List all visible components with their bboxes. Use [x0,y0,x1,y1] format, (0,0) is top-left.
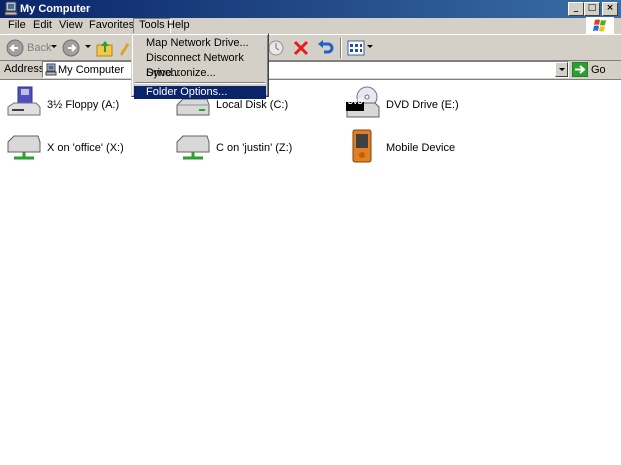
menu-file[interactable]: File [3,18,31,34]
menu-separator [135,82,265,84]
mobile-device-icon [352,129,372,163]
floppy-drive-icon [7,86,41,116]
menu-bar: File Edit View Favorites Tools Help [0,18,621,34]
windows-logo-icon [586,17,614,34]
forward-arrow-icon[interactable] [61,38,81,58]
menu-edit[interactable]: Edit [28,18,57,34]
history-icon[interactable] [266,38,286,58]
maximize-button[interactable]: □ [584,2,600,16]
window-title: My Computer [20,3,91,15]
pencil-icon[interactable] [118,38,130,58]
drive-label: C on 'justin' (Z:) [216,142,293,154]
close-button[interactable]: × [602,2,618,16]
dvd-badge: DVD [348,99,363,106]
network-drive-icon [176,135,210,160]
menu-item-folder-options[interactable]: Folder Options... [134,86,266,99]
address-dropdown-button[interactable] [555,62,568,77]
menu-help[interactable]: Help [162,18,195,34]
address-label: Address [4,63,45,75]
drive-item-network-z[interactable]: C on 'justin' (Z:) [175,128,335,168]
drive-item-dvd[interactable]: DVD DVD Drive (E:) [345,85,505,125]
chevron-down-icon [559,68,565,71]
standard-toolbar: Back [0,34,621,61]
file-view[interactable]: 3½ Floppy (A:) Local Disk (C:) DVD DVD D… [0,79,621,465]
up-folder-icon[interactable] [96,38,114,58]
back-dropdown-caret[interactable] [51,45,57,48]
network-drive-icon [7,135,41,160]
menu-favorites[interactable]: Favorites [84,18,139,34]
go-label: Go [591,64,606,76]
my-computer-icon [45,63,57,76]
drive-label: Mobile Device [386,142,456,154]
menu-item-disconnect-network-drive[interactable]: Disconnect Network Drive... [134,51,266,79]
views-dropdown-caret[interactable] [367,45,373,48]
back-arrow-icon[interactable] [5,38,25,58]
delete-x-icon[interactable] [291,38,311,58]
address-value: My Computer [58,64,125,76]
minimize-button[interactable]: _ [568,2,584,16]
drive-item-mobile-device[interactable]: Mobile Device [345,128,505,168]
drive-label: X on 'office' (X:) [47,142,124,154]
forward-dropdown-caret[interactable] [85,45,91,48]
tools-menu: Map Network Drive... Disconnect Network … [131,33,269,99]
drive-item-network-x[interactable]: X on 'office' (X:) [6,128,166,168]
my-computer-icon [4,1,18,16]
views-icon[interactable] [346,38,366,58]
menu-view[interactable]: View [54,18,88,34]
undo-icon[interactable] [316,38,336,58]
menu-item-synchronize[interactable]: Synchronize... [134,66,266,81]
drive-label: DVD Drive (E:) [386,99,459,111]
address-input[interactable]: My Computer [42,61,569,78]
drive-label: 3½ Floppy (A:) [47,99,120,111]
menu-item-map-network-drive[interactable]: Map Network Drive... [134,36,266,51]
title-bar[interactable]: My Computer _ □ × [0,0,621,18]
back-button-label[interactable]: Back [27,42,51,54]
toolbar-separator [340,38,342,58]
explorer-window: My Computer _ □ × File Edit View Favorit… [0,0,621,465]
address-bar: Address My Computer Go [0,61,621,79]
drive-label: Local Disk (C:) [216,99,289,111]
go-arrow-icon [572,62,588,77]
